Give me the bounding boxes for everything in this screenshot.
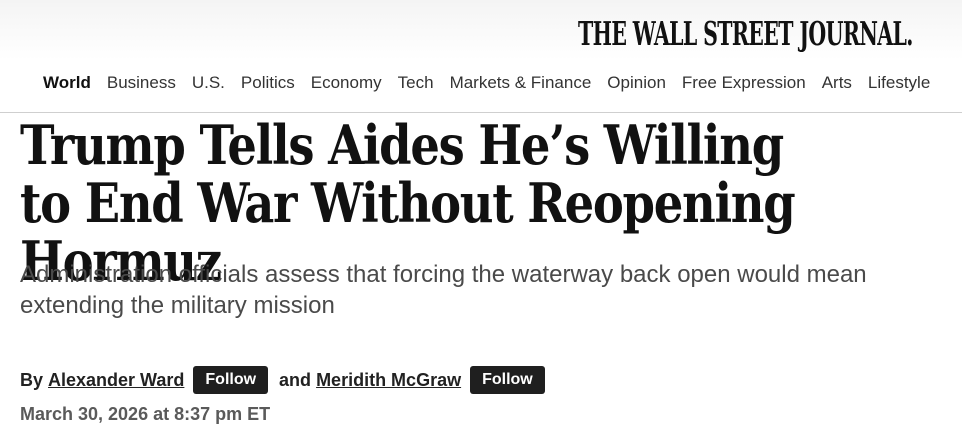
nav-item-lifestyle[interactable]: Lifestyle bbox=[868, 73, 930, 93]
nav-item-arts[interactable]: Arts bbox=[822, 73, 852, 93]
section-nav-list: World Business U.S. Politics Economy Tec… bbox=[43, 73, 930, 93]
nav-item-markets-finance[interactable]: Markets & Finance bbox=[450, 73, 592, 93]
byline: By Alexander Ward Follow and Meridith Mc… bbox=[20, 366, 556, 394]
section-nav: World Business U.S. Politics Economy Tec… bbox=[0, 60, 962, 113]
nav-item-economy[interactable]: Economy bbox=[311, 73, 382, 93]
byline-conjunction: and bbox=[279, 369, 312, 390]
nav-item-politics[interactable]: Politics bbox=[241, 73, 295, 93]
nav-item-free-expression[interactable]: Free Expression bbox=[682, 73, 806, 93]
nav-item-tech[interactable]: Tech bbox=[398, 73, 434, 93]
author-link-alexander-ward[interactable]: Alexander Ward bbox=[48, 370, 184, 391]
nav-item-world[interactable]: World bbox=[43, 73, 91, 93]
follow-button-meridith-mcgraw[interactable]: Follow bbox=[470, 366, 545, 394]
masthead: THE WALL STREET JOURNAL. bbox=[0, 0, 962, 60]
article-dek: Administration officials assess that for… bbox=[20, 261, 867, 319]
nav-item-business[interactable]: Business bbox=[107, 73, 176, 93]
wsj-logo[interactable]: THE WALL STREET JOURNAL. bbox=[578, 14, 913, 53]
publish-timestamp: March 30, 2026 at 8:37 pm ET bbox=[20, 404, 271, 424]
nav-item-opinion[interactable]: Opinion bbox=[607, 73, 666, 93]
author-link-meridith-mcgraw[interactable]: Meridith McGraw bbox=[316, 370, 461, 391]
follow-button-alexander-ward[interactable]: Follow bbox=[193, 366, 269, 394]
byline-prefix: By bbox=[20, 369, 44, 390]
nav-item-us[interactable]: U.S. bbox=[192, 73, 225, 93]
